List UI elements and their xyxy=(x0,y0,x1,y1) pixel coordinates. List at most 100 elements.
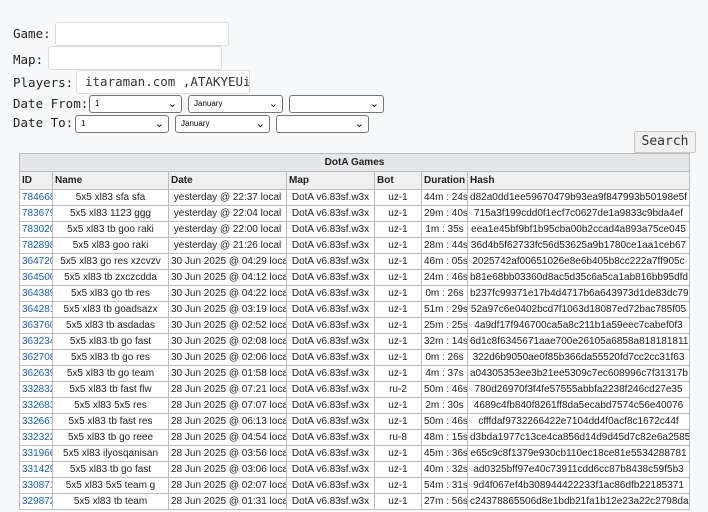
game-id-link[interactable]: 332667 xyxy=(22,416,52,427)
games-table: DotA Games ID Name Date Map Bot Duration… xyxy=(18,153,691,510)
game-label: Game: xyxy=(13,26,51,41)
date-to-month-select[interactable]: January ⌄ xyxy=(175,115,270,133)
game-name-cell: 5x5 xl83 5x5 res xyxy=(52,397,169,414)
date-from-month-select[interactable]: January ⌄ xyxy=(188,95,283,113)
game-bot-cell: uz-1 xyxy=(374,205,422,222)
game-duration-cell: 44m : 24s xyxy=(421,189,468,206)
game-id-link[interactable]: 363234 xyxy=(22,336,52,347)
game-hash-cell: 36d4b5f62733fc56d53625a9b1780ce1aa1ceb67 xyxy=(466,237,691,254)
game-duration-cell: 40m : 32s xyxy=(421,461,468,478)
game-id-link[interactable]: 362708 xyxy=(22,352,52,363)
game-map-cell: DotA v6.83sf.w3x xyxy=(286,413,375,430)
chevron-down-icon: ⌄ xyxy=(268,97,278,110)
game-duration-cell: 45m : 36s xyxy=(421,445,468,462)
game-id-link[interactable]: 332683 xyxy=(22,400,52,411)
date-from-year-select[interactable]: ⌄ xyxy=(289,95,384,113)
game-name-cell: 5x5 xl83 tb go reee xyxy=(52,429,169,446)
game-hash-cell: 322d6b9050ae0f85b366da55520fd7cc2cc31f63 xyxy=(466,349,691,366)
game-name-cell: 5x5 xl83 tb goo raki xyxy=(52,221,169,238)
game-name-cell: 5x5 xl83 tb goadsazx xyxy=(52,301,169,318)
game-duration-cell: 1m : 35s xyxy=(421,221,468,238)
game-id-link[interactable]: 783679 xyxy=(22,208,52,219)
players-input[interactable]: itaraman.com ,ATAKYEUiii xyxy=(76,70,250,94)
game-hash-cell: ad0325bff97e40c73911cdd6cc87b8438c59f5b3 xyxy=(466,461,691,478)
table-row: 331429 5x5 xl83 tb go fast 28 Jun 2025 @ 0… xyxy=(19,461,691,478)
chevron-down-icon: ⌄ xyxy=(369,97,379,110)
table-row: 331966 5x5 xl83 ilyosqanisan 28 Jun 2025 @… xyxy=(19,445,691,462)
game-date-cell: 30 Jun 2025 @ 01:58 local xyxy=(168,365,287,382)
game-date-cell: 28 Jun 2025 @ 07:21 local xyxy=(168,381,287,398)
table-caption: DotA Games xyxy=(18,153,691,172)
game-id-link[interactable]: 332322 xyxy=(22,432,52,443)
table-row: 362708 5x5 xl83 tb go res 30 Jun 2025 @ 02… xyxy=(19,349,691,366)
col-header-id: ID xyxy=(19,171,53,190)
game-id-link-cell: 364500 xyxy=(19,269,53,286)
game-id-link-cell: 364720 xyxy=(19,253,53,270)
game-map-cell: DotA v6.83sf.w3x xyxy=(286,189,375,206)
date-from-month-value: January xyxy=(194,99,223,108)
table-row: 332832 5x5 xl83 tb fast flw 28 Jun 2025 @ … xyxy=(19,381,691,398)
table-row: 783020 5x5 xl83 tb goo raki yesterday @ 22… xyxy=(19,221,691,238)
game-id-link[interactable]: 332832 xyxy=(22,384,52,395)
game-id-link-cell: 364389 xyxy=(19,285,53,302)
game-map-cell: DotA v6.83sf.w3x xyxy=(286,253,375,270)
game-name-cell: 5x5 xl83 tb fast res xyxy=(52,413,169,430)
date-from-day-select[interactable]: 1 ⌄ xyxy=(89,95,182,113)
game-duration-cell: 0m : 26s xyxy=(421,349,468,366)
date-to-day-select[interactable]: 1 ⌄ xyxy=(75,115,169,133)
game-date-cell: 30 Jun 2025 @ 04:12 local xyxy=(168,269,287,286)
game-id-link[interactable]: 783020 xyxy=(22,224,52,235)
table-row: 332667 5x5 xl83 tb fast res 28 Jun 2025 @ … xyxy=(19,413,691,430)
game-id-link-cell: 329872 xyxy=(19,493,53,510)
game-id-link-cell: 332667 xyxy=(19,413,53,430)
game-name-cell: 5x5 xl83 sfa sfa xyxy=(52,189,169,206)
game-id-link-cell: 782898 xyxy=(19,237,53,254)
table-row: 784668 5x5 xl83 sfa sfa yesterday @ 22:37 … xyxy=(19,189,691,206)
table-row: 362639 5x5 xl83 tb go team 30 Jun 2025 @ 0… xyxy=(19,365,691,382)
game-id-link-cell: 331966 xyxy=(19,445,53,462)
game-id-link[interactable]: 364389 xyxy=(22,288,52,299)
game-hash-cell: a04305353ee3b21ee5309c7ec608996c7f31317b xyxy=(466,365,691,382)
col-header-duration: Duration xyxy=(421,171,468,190)
game-map-cell: DotA v6.83sf.w3x xyxy=(286,445,375,462)
game-id-link[interactable]: 782898 xyxy=(22,240,52,251)
game-hash-cell: 9d4f067ef4b308944422233f1ac86dfb22185371 xyxy=(466,477,691,494)
game-bot-cell: uz-1 xyxy=(374,221,422,238)
game-map-cell: DotA v6.83sf.w3x xyxy=(286,317,375,334)
game-id-link[interactable]: 331429 xyxy=(22,464,52,475)
game-id-link[interactable]: 364500 xyxy=(22,272,52,283)
table-row: 330871 5x5 xl83 5x5 team g 28 Jun 2025 @ 0… xyxy=(19,477,691,494)
game-id-link-cell: 363234 xyxy=(19,333,53,350)
game-input[interactable] xyxy=(55,22,229,46)
date-to-day-value: 1 xyxy=(81,119,86,128)
game-duration-cell: 32m : 14s xyxy=(421,333,468,350)
game-id-link[interactable]: 362639 xyxy=(22,368,52,379)
game-name-cell: 5x5 xl83 go tb res xyxy=(52,285,169,302)
game-id-link[interactable]: 784668 xyxy=(22,192,52,203)
table-row: 329872 5x5 xl83 tb team 28 Jun 2025 @ 01:3… xyxy=(19,493,691,510)
game-bot-cell: uz-1 xyxy=(374,365,422,382)
game-hash-cell: 2025742af00651026e8e6b405b8cc222a7ff905c xyxy=(466,253,691,270)
game-map-cell: DotA v6.83sf.w3x xyxy=(286,301,375,318)
game-date-cell: 28 Jun 2025 @ 01:31 local xyxy=(168,493,287,510)
game-duration-cell: 50m : 46s xyxy=(421,381,468,398)
game-name-cell: 5x5 xl83 1123 ggg xyxy=(52,205,169,222)
game-map-cell: DotA v6.83sf.w3x xyxy=(286,333,375,350)
game-id-link[interactable]: 331966 xyxy=(22,448,52,459)
game-id-link[interactable]: 329872 xyxy=(22,496,52,507)
date-to-year-select[interactable]: ⌄ xyxy=(276,115,369,133)
game-map-cell: DotA v6.83sf.w3x xyxy=(286,205,375,222)
game-id-link[interactable]: 330871 xyxy=(22,480,52,491)
game-duration-cell: 54m : 31s xyxy=(421,477,468,494)
game-id-link[interactable]: 364720 xyxy=(22,256,52,267)
search-button[interactable]: Search xyxy=(634,131,696,153)
game-duration-cell: 2m : 30s xyxy=(421,397,468,414)
map-input[interactable] xyxy=(48,46,222,70)
table-row: 363760 5x5 xl83 tb asdadas 30 Jun 2025 @ 0… xyxy=(19,317,691,334)
game-date-cell: 28 Jun 2025 @ 04:54 local xyxy=(168,429,287,446)
game-id-link[interactable]: 363760 xyxy=(22,320,52,331)
game-bot-cell: uz-1 xyxy=(374,237,422,254)
game-hash-cell: 52a97c6e0402bcd7f1063d18087ed72bac785f05 xyxy=(466,301,691,318)
game-bot-cell: ru-2 xyxy=(374,381,422,398)
game-id-link[interactable]: 364281 xyxy=(22,304,52,315)
